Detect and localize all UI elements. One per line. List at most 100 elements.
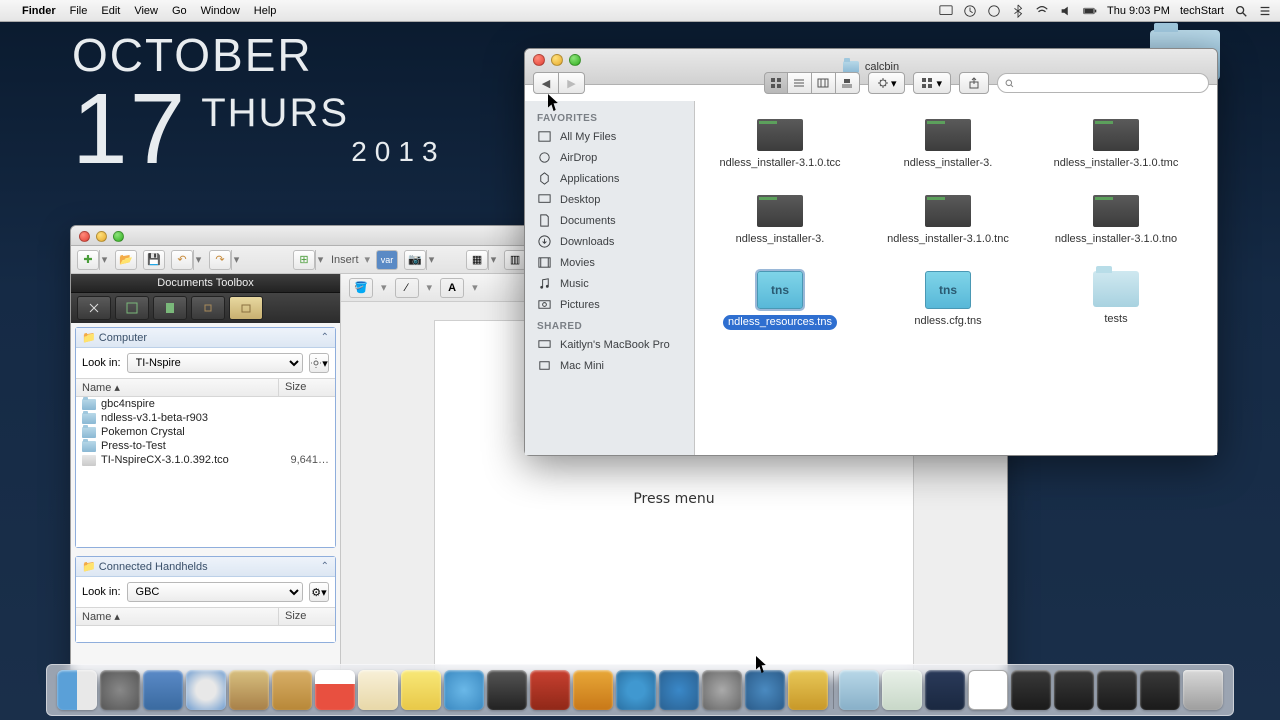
dock-documents-folder[interactable]	[882, 670, 922, 710]
list-item[interactable]: gbc4nspire	[76, 397, 335, 411]
search-field[interactable]	[997, 73, 1209, 93]
menu-view[interactable]: View	[134, 5, 158, 17]
back-button[interactable]: ◀	[533, 72, 559, 94]
insert-button[interactable]: ⊞	[293, 250, 315, 270]
fill-button[interactable]: 🪣	[349, 278, 373, 298]
sync-icon[interactable]	[987, 4, 1001, 18]
toolbox-tab-5[interactable]	[229, 296, 263, 320]
list-item[interactable]: TI-NspireCX-3.1.0.392.tco9,641…	[76, 453, 335, 467]
dock-launchpad-icon[interactable]	[100, 670, 140, 710]
sidebar-item-applications[interactable]: Applications	[525, 168, 694, 189]
menu-help[interactable]: Help	[254, 5, 277, 17]
dock-finder-icon[interactable]	[57, 670, 97, 710]
list-item[interactable]: Pokemon Crystal	[76, 425, 335, 439]
dock-notes-icon[interactable]	[401, 670, 441, 710]
dock-min-window-6[interactable]	[1140, 670, 1180, 710]
computer-file-list[interactable]: gbc4nspirendless-v3.1-beta-r903Pokemon C…	[76, 397, 335, 547]
dock-trash-icon[interactable]	[1183, 670, 1223, 710]
toolbox-tab-2[interactable]	[115, 296, 149, 320]
zoom-button[interactable]	[113, 231, 124, 242]
undo-button[interactable]: ↶	[171, 250, 193, 270]
dock-settings-icon[interactable]	[702, 670, 742, 710]
notifications-icon[interactable]	[1258, 4, 1272, 18]
dock-min-window-2[interactable]	[968, 670, 1008, 710]
layout-button[interactable]: ▦	[466, 250, 488, 270]
battery-icon[interactable]	[1083, 4, 1097, 18]
dock-min-window-4[interactable]	[1054, 670, 1094, 710]
dock-app-icon[interactable]	[788, 670, 828, 710]
sidebar-item-airdrop[interactable]: AirDrop	[525, 147, 694, 168]
file-item[interactable]: ndless_installer-3.	[883, 119, 1013, 171]
lookin-select-2[interactable]: GBC	[127, 582, 303, 602]
wifi-icon[interactable]	[1035, 4, 1049, 18]
dock-min-window-3[interactable]	[1011, 670, 1051, 710]
file-item[interactable]: tnsndless_resources.tns	[715, 271, 845, 331]
capture-button[interactable]: 📷	[404, 250, 426, 270]
column-headers[interactable]: Name ▴Size	[76, 378, 335, 397]
share-button[interactable]	[959, 72, 989, 94]
file-item[interactable]: ndless_installer-3.1.0.tcc	[715, 119, 845, 171]
action-button[interactable]: ▾	[868, 72, 906, 94]
display-icon[interactable]	[939, 4, 953, 18]
dock-reminders-icon[interactable]	[358, 670, 398, 710]
volume-icon[interactable]	[1059, 4, 1073, 18]
forward-button[interactable]: ▶	[559, 72, 585, 94]
dock-calendar-icon[interactable]	[315, 670, 355, 710]
redo-button[interactable]: ↷	[209, 250, 231, 270]
list-item[interactable]: Press-to-Test	[76, 439, 335, 453]
dock-applications-folder[interactable]	[839, 670, 879, 710]
menu-window[interactable]: Window	[201, 5, 240, 17]
zoom-button[interactable]	[569, 54, 581, 66]
bluetooth-icon[interactable]	[1011, 4, 1025, 18]
file-item[interactable]: tests	[1051, 271, 1181, 331]
sidebar-item-downloads[interactable]: Downloads	[525, 231, 694, 252]
dock-appstore-icon[interactable]	[659, 670, 699, 710]
sidebar-item-allmyfiles[interactable]: All My Files	[525, 126, 694, 147]
menu-file[interactable]: File	[70, 5, 88, 17]
menu-edit[interactable]: Edit	[101, 5, 120, 17]
list-item[interactable]: ndless-v3.1-beta-r903	[76, 411, 335, 425]
dock-mail-icon[interactable]	[272, 670, 312, 710]
icon-view-button[interactable]	[764, 72, 788, 94]
minimize-button[interactable]	[551, 54, 563, 66]
var-button[interactable]: var	[376, 250, 398, 270]
file-item[interactable]: ndless_installer-3.1.0.tno	[1051, 195, 1181, 247]
menu-go[interactable]: Go	[172, 5, 187, 17]
toolbox-tab-3[interactable]	[153, 296, 187, 320]
dock-min-window-1[interactable]	[925, 670, 965, 710]
sidebar-item-documents[interactable]: Documents	[525, 210, 694, 231]
spotlight-icon[interactable]	[1234, 4, 1248, 18]
file-item[interactable]: ndless_installer-3.1.0.tnc	[883, 195, 1013, 247]
dock-itunes-icon[interactable]	[616, 670, 656, 710]
list-view-button[interactable]	[788, 72, 812, 94]
sidebar-item-pictures[interactable]: Pictures	[525, 294, 694, 315]
arrange-button[interactable]: ▾	[913, 72, 951, 94]
save-button[interactable]: 💾	[143, 250, 165, 270]
gear-button[interactable]: ⚙▾	[309, 582, 329, 602]
sidebar-item-music[interactable]: Music	[525, 273, 694, 294]
new-doc-button[interactable]: ✚	[77, 250, 99, 270]
close-button[interactable]	[533, 54, 545, 66]
coverflow-view-button[interactable]	[836, 72, 860, 94]
file-item[interactable]: ndless_installer-3.	[715, 195, 845, 247]
file-item[interactable]: ndless_installer-3.1.0.tmc	[1051, 119, 1181, 171]
dock-preview-icon[interactable]	[229, 670, 269, 710]
sidebar-item-movies[interactable]: Movies	[525, 252, 694, 273]
dock-quicktime-icon[interactable]	[745, 670, 785, 710]
dock-messages-icon[interactable]	[444, 670, 484, 710]
sidebar-item-shared-2[interactable]: Mac Mini	[525, 355, 694, 376]
sidebar-item-desktop[interactable]: Desktop	[525, 189, 694, 210]
menubar-user[interactable]: techStart	[1180, 5, 1224, 17]
finder-titlebar[interactable]: calcbin ◀ ▶ ▾ ▾	[525, 49, 1217, 85]
toolbox-tab-4[interactable]	[191, 296, 225, 320]
open-button[interactable]: 📂	[115, 250, 137, 270]
dock-iphoto-icon[interactable]	[573, 670, 613, 710]
minimize-button[interactable]	[96, 231, 107, 242]
dock-facetime-icon[interactable]	[487, 670, 527, 710]
sidebar-item-shared-1[interactable]: Kaitlyn's MacBook Pro	[525, 334, 694, 355]
lookin-select[interactable]: TI-Nspire	[127, 353, 303, 373]
handhelds-panel-head[interactable]: 📁 Connected Handhelds⌃	[76, 557, 335, 577]
menubar-clock[interactable]: Thu 9:03 PM	[1107, 5, 1170, 17]
handhelds-file-list[interactable]	[76, 626, 335, 642]
app-menu[interactable]: Finder	[22, 5, 56, 17]
